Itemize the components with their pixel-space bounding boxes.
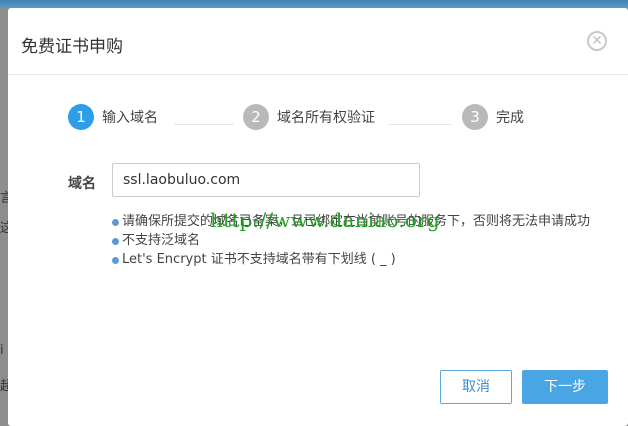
next-step-button[interactable]: 下一步 (522, 370, 608, 404)
step-connector (388, 124, 452, 125)
note-item: 不支持泛域名 (112, 231, 602, 250)
watermark-text: http://www.daniao.org (210, 208, 440, 232)
domain-label: 域名 (68, 176, 96, 192)
step-1-label: 输入域名 (102, 110, 158, 126)
background-text-fragment: 超 (0, 379, 8, 391)
step-indicator: 1 输入域名 2 域名所有权验证 3 完成 (8, 102, 628, 132)
background-text-fragment: 言 (0, 191, 8, 203)
note-text: 不支持泛域名 (122, 233, 201, 248)
step-3-number: 3 (462, 104, 488, 130)
step-2: 2 域名所有权验证 (243, 102, 375, 132)
note-item: Let's Encrypt 证书不支持域名带有下划线 ( _ ) (112, 250, 602, 269)
cancel-button[interactable]: 取消 (440, 370, 512, 404)
background-text-fragment: 这 (0, 221, 8, 233)
step-3: 3 完成 (462, 102, 524, 132)
step-2-label: 域名所有权验证 (277, 110, 375, 126)
step-connector (174, 124, 234, 125)
domain-input[interactable]: ssl.laobuluo.com (112, 163, 420, 197)
step-1-number: 1 (68, 104, 94, 130)
step-2-number: 2 (243, 104, 269, 130)
step-3-label: 完成 (496, 110, 524, 126)
dialog-header: 免费证书申购 ✕ (8, 8, 628, 75)
certificate-dialog: 免费证书申购 ✕ 1 输入域名 2 域名所有权验证 3 完成 域名 ssl.la… (8, 8, 628, 426)
bullet-dot-icon (112, 257, 119, 264)
background-text-fragment: i (0, 343, 4, 358)
bullet-dot-icon (112, 238, 119, 245)
close-icon[interactable]: ✕ (587, 31, 607, 51)
bullet-dot-icon (112, 219, 119, 226)
dialog-title: 免费证书申购 (21, 37, 123, 57)
note-text: Let's Encrypt 证书不支持域名带有下划线 ( _ ) (122, 252, 396, 267)
background-page-header (0, 0, 628, 8)
step-1: 1 输入域名 (68, 102, 158, 132)
